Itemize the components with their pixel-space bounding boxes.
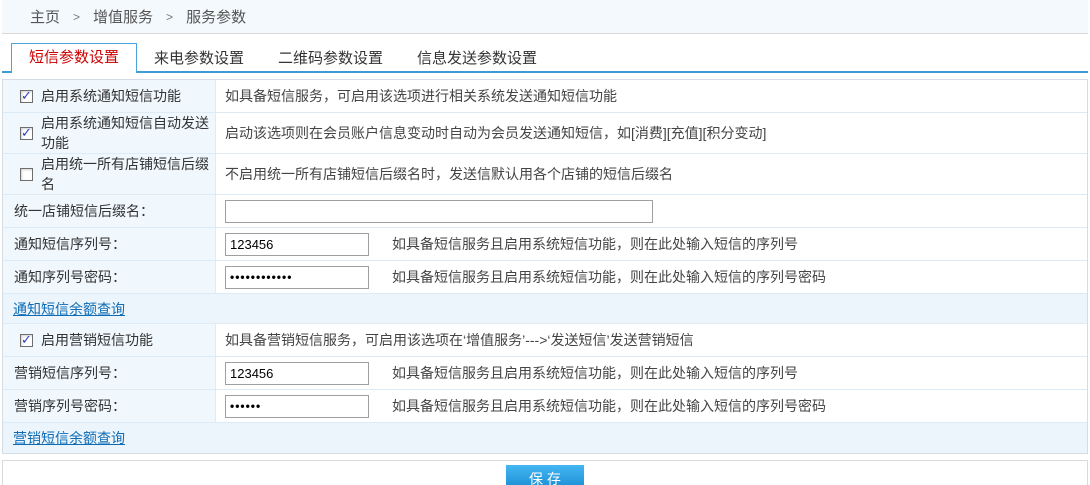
table-row: 启用系统通知短信自动发送功能 启动该选项则在会员账户信息变动时自动为会员发送通知… <box>3 113 1087 154</box>
sms-params-form: 启用系统通知短信功能 如具备短信服务，可启用该选项进行相关系统发送通知短信功能 … <box>2 79 1088 454</box>
row-hint: 不启用统一所有店铺短信后缀名时，发送信默认用各个店铺的短信后缀名 <box>225 164 673 184</box>
field-label: 通知序列号密码： <box>14 267 126 287</box>
row-hint: 启动该选项则在会员账户信息变动时自动为会员发送通知短信，如[消费][充值][积分… <box>225 123 766 143</box>
breadcrumb-service-params: 服务参数 <box>186 6 246 27</box>
checkbox-label: 启用系统通知短信功能 <box>41 86 181 106</box>
tab-bar-underline <box>2 71 1088 73</box>
table-row: 统一店铺短信后缀名： <box>3 195 1087 228</box>
table-row: 营销短信余额查询 <box>3 423 1087 453</box>
row-hint: 如具备短信服务且启用系统短信功能，则在此处输入短信的序列号密码 <box>392 267 826 287</box>
tab-caller-params[interactable]: 来电参数设置 <box>137 44 261 73</box>
tab-bar: 短信参数设置 来电参数设置 二维码参数设置 信息发送参数设置 <box>2 43 1088 73</box>
enable-system-notify-sms-checkbox[interactable] <box>20 90 33 103</box>
checkbox-label: 启用统一所有店铺短信后缀名 <box>41 154 215 194</box>
enable-marketing-sms-checkbox[interactable] <box>20 334 33 347</box>
field-label: 营销序列号密码： <box>14 396 126 416</box>
table-row: 通知短信序列号： 如具备短信服务且启用系统短信功能，则在此处输入短信的序列号 <box>3 228 1087 261</box>
row-hint: 如具备短信服务且启用系统短信功能，则在此处输入短信的序列号密码 <box>392 396 826 416</box>
checkbox-label: 启用营销短信功能 <box>41 330 153 350</box>
row-hint: 如具备短信服务且启用系统短信功能，则在此处输入短信的序列号 <box>392 234 798 254</box>
checkbox-label: 启用系统通知短信自动发送功能 <box>41 113 215 153</box>
row-hint: 如具备营销短信服务，可启用该选项在‘增值服务’--->‘发送短信’发送营销短信 <box>225 330 694 350</box>
unified-shop-sms-suffix-input[interactable] <box>225 200 653 223</box>
table-row: 营销序列号密码： 如具备短信服务且启用系统短信功能，则在此处输入短信的序列号密码 <box>3 390 1087 423</box>
field-label: 通知短信序列号： <box>14 234 126 254</box>
table-row: 启用系统通知短信功能 如具备短信服务，可启用该选项进行相关系统发送通知短信功能 <box>3 80 1087 113</box>
table-row: 通知短信余额查询 <box>3 294 1087 324</box>
save-bar: 保 存 <box>2 460 1088 485</box>
marketing-sms-balance-link[interactable]: 营销短信余额查询 <box>13 428 125 448</box>
enable-unified-sms-suffix-checkbox[interactable] <box>20 168 33 181</box>
breadcrumb-separator: > <box>166 10 173 24</box>
marketing-sms-serial-input[interactable] <box>225 362 369 385</box>
breadcrumb: 主页 > 增值服务 > 服务参数 <box>2 0 1088 34</box>
field-label: 营销短信序列号： <box>14 363 126 383</box>
tab-sms-params[interactable]: 短信参数设置 <box>11 43 137 73</box>
table-row: 通知序列号密码： 如具备短信服务且启用系统短信功能，则在此处输入短信的序列号密码 <box>3 261 1087 294</box>
enable-auto-send-notify-sms-checkbox[interactable] <box>20 127 33 140</box>
table-row: 启用营销短信功能 如具备营销短信服务，可启用该选项在‘增值服务’--->‘发送短… <box>3 324 1087 357</box>
tab-qrcode-params[interactable]: 二维码参数设置 <box>261 44 400 73</box>
notify-sms-serial-input[interactable] <box>225 233 369 256</box>
row-hint: 如具备短信服务，可启用该选项进行相关系统发送通知短信功能 <box>225 86 617 106</box>
notify-sms-balance-link[interactable]: 通知短信余额查询 <box>13 299 125 319</box>
table-row: 营销短信序列号： 如具备短信服务且启用系统短信功能，则在此处输入短信的序列号 <box>3 357 1087 390</box>
notify-serial-password-input[interactable] <box>225 266 369 289</box>
marketing-serial-password-input[interactable] <box>225 395 369 418</box>
tab-message-send-params[interactable]: 信息发送参数设置 <box>400 44 554 73</box>
breadcrumb-value-added-services[interactable]: 增值服务 <box>93 6 153 27</box>
breadcrumb-home[interactable]: 主页 <box>30 6 60 27</box>
save-button[interactable]: 保 存 <box>506 465 584 485</box>
field-label: 统一店铺短信后缀名： <box>14 201 154 221</box>
breadcrumb-separator: > <box>73 10 80 24</box>
table-row: 启用统一所有店铺短信后缀名 不启用统一所有店铺短信后缀名时，发送信默认用各个店铺… <box>3 154 1087 195</box>
row-hint: 如具备短信服务且启用系统短信功能，则在此处输入短信的序列号 <box>392 363 798 383</box>
